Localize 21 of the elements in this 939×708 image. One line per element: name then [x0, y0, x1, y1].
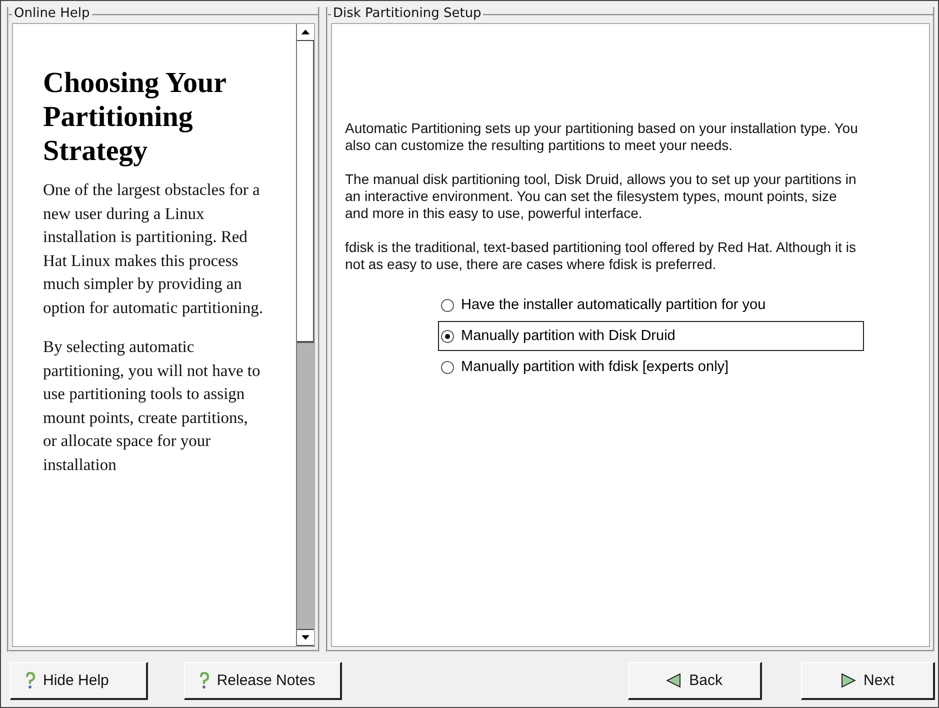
help-paragraph: By selecting automatic partitioning, you will not have to use partitioning tools to assign mount points, create partitions, or allocate space for your installation: [43, 336, 262, 476]
help-button[interactable]: Release Notes: [184, 662, 342, 700]
arrow-right-icon: [840, 673, 856, 688]
help-heading: Choosing Your Partitioning Strategy: [43, 66, 227, 168]
help-paragraph: One of the largest obstacles for a new user during a Linux installation is partitioning. Red Hat Linux makes this process much simpler by providing an option for automatic partitioning.: [43, 179, 264, 319]
description-paragraph: Automatic Partitioning sets up your partitioning based on your installation type. You also can customize the resulting partitions to meet your needs.: [345, 120, 859, 154]
radio-option[interactable]: Have the installer automatically partition for you: [438, 290, 864, 320]
help-button[interactable]: Hide Help: [10, 662, 148, 700]
question-icon: [198, 672, 209, 689]
panel-title: Disk Partitioning Setup: [331, 7, 484, 21]
description-paragraph: fdisk is the traditional, text-based partitioning tool offered by Red Hat. Although it is not as easy to use, there are cases where fdisk is preferred.: [345, 239, 858, 273]
description-paragraph: The manual disk partitioning tool, Disk Druid, allows you to set up your partitions in an interactive environment. You can set the filesystem types, mount points, size and more in this easy to use, powerful interface.: [345, 171, 858, 222]
panel-title: Online Help: [12, 7, 92, 21]
question-icon: [25, 672, 35, 689]
scrollbar[interactable]: [296, 24, 314, 646]
next-button[interactable]: Next: [800, 662, 936, 700]
arrow-left-icon: [666, 673, 682, 688]
scroll-thumb[interactable]: [297, 41, 314, 343]
radio-option[interactable]: Manually partition with Disk Druid: [438, 321, 864, 351]
radio-option[interactable]: Manually partition with fdisk [experts only]: [438, 352, 864, 382]
back-button[interactable]: Back: [628, 662, 762, 700]
